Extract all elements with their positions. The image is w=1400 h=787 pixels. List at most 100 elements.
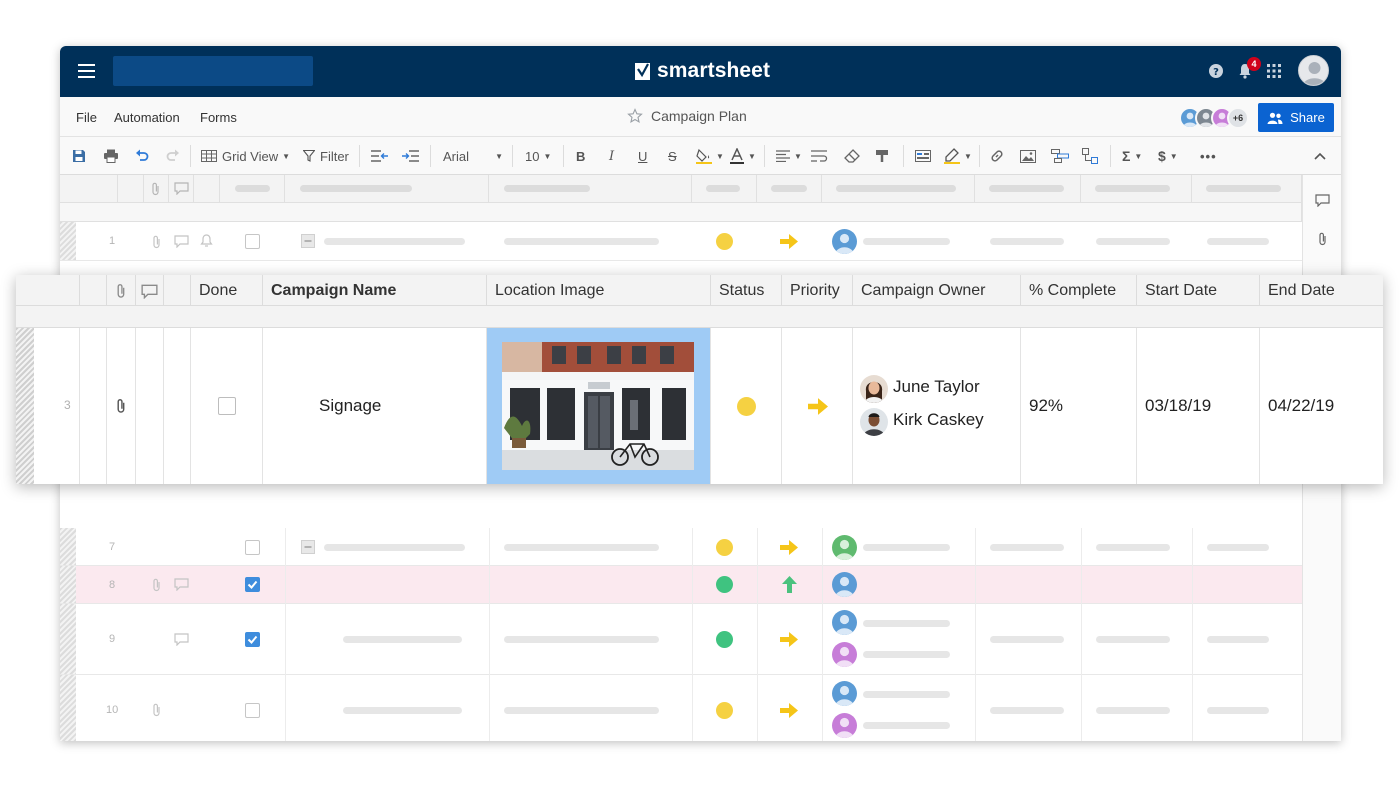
header-cell (220, 175, 285, 203)
column-header-campaign-name[interactable]: Campaign Name (263, 275, 487, 306)
menu-automation[interactable]: Automation (114, 110, 180, 125)
owner-avatar[interactable] (832, 229, 857, 254)
sum-icon[interactable]: Σ ▼ (1122, 148, 1142, 164)
reminder-bell-icon[interactable] (200, 234, 213, 248)
done-checkbox[interactable] (218, 397, 236, 415)
attachment-icon[interactable] (116, 398, 127, 414)
more-options-icon[interactable]: ••• (1200, 148, 1217, 164)
table-row[interactable]: 10 (60, 675, 1302, 741)
owner-avatar[interactable] (832, 572, 857, 597)
notifications-icon[interactable]: 4 (1237, 56, 1261, 79)
text-color-icon[interactable]: ▼ (730, 148, 756, 164)
more-collaborators-count[interactable]: +6 (1227, 107, 1249, 129)
column-header-start-date[interactable]: Start Date (1137, 275, 1260, 306)
owner-avatar[interactable] (832, 610, 857, 635)
drag-handle[interactable] (16, 328, 34, 484)
comment-icon[interactable] (174, 633, 189, 646)
outdent-icon[interactable] (371, 148, 389, 164)
people-icon (1267, 112, 1283, 124)
currency-icon[interactable]: $ ▼ (1158, 148, 1178, 164)
attachment-icon[interactable] (152, 578, 162, 592)
collapse-toolbar-icon[interactable] (1314, 148, 1326, 164)
priority-cell[interactable] (782, 328, 853, 484)
format-painter-icon[interactable] (875, 148, 889, 164)
end-date-cell[interactable]: 04/22/19 (1260, 328, 1383, 484)
column-header-campaign-owner[interactable]: Campaign Owner (853, 275, 1021, 306)
status-cell[interactable] (711, 328, 782, 484)
done-checkbox-checked[interactable] (245, 577, 260, 592)
search-bar[interactable] (113, 56, 313, 86)
comment-icon (174, 182, 189, 195)
owner-avatar[interactable] (832, 713, 857, 738)
conditional-format-icon[interactable] (915, 148, 931, 164)
owner-avatar[interactable] (832, 681, 857, 706)
done-checkbox[interactable] (245, 703, 260, 718)
table-row[interactable]: 9 (60, 604, 1302, 675)
attachment-icon[interactable] (152, 235, 162, 249)
underline-icon[interactable]: U (638, 148, 647, 164)
wrap-text-icon[interactable] (811, 148, 829, 164)
percent-complete-cell[interactable]: 92% (1021, 328, 1137, 484)
highlight-changes-icon[interactable]: ▼ (944, 148, 972, 164)
collapse-icon[interactable] (301, 540, 315, 554)
menu-file[interactable]: File (76, 110, 97, 125)
column-header-percent-complete[interactable]: % Complete (1021, 275, 1137, 306)
bold-icon[interactable]: B (576, 148, 585, 164)
done-checkbox-checked[interactable] (245, 632, 260, 647)
table-row[interactable]: 8 (60, 566, 1302, 604)
start-date-cell[interactable]: 03/18/19 (1137, 328, 1260, 484)
undo-icon[interactable] (135, 148, 149, 164)
owner-avatar-kirk-caskey[interactable] (860, 408, 888, 436)
done-checkbox[interactable] (245, 234, 260, 249)
owner-avatar-june-taylor[interactable] (860, 375, 888, 403)
comment-icon[interactable] (174, 578, 189, 591)
menu-forms[interactable]: Forms (200, 110, 237, 125)
apps-grid-icon[interactable] (1266, 63, 1282, 79)
italic-icon[interactable]: I (609, 148, 614, 164)
user-avatar[interactable] (1298, 55, 1329, 86)
share-button[interactable]: Share (1258, 103, 1334, 132)
column-header-location-image[interactable]: Location Image (487, 275, 711, 306)
table-row[interactable]: 7 (60, 528, 1302, 566)
owner-avatar[interactable] (832, 535, 857, 560)
font-size-dropdown[interactable]: 10 ▼ (525, 148, 551, 164)
strikethrough-icon[interactable]: S (668, 148, 677, 164)
grid-view-dropdown[interactable]: Grid View ▼ (201, 148, 290, 164)
save-icon[interactable] (72, 148, 86, 164)
column-header-priority[interactable]: Priority (782, 275, 853, 306)
attachments-panel-icon[interactable] (1318, 232, 1328, 246)
hierarchy-icon[interactable] (1082, 148, 1098, 164)
attachment-icon (152, 182, 159, 196)
favorite-star-icon[interactable] (627, 108, 643, 124)
campaign-name-cell[interactable]: Signage (263, 328, 487, 484)
filter-button[interactable]: Filter (303, 148, 349, 164)
align-icon[interactable]: ▼ (776, 148, 802, 164)
font-family-dropdown[interactable]: Arial ▼ (443, 148, 503, 164)
image-icon[interactable] (1020, 148, 1036, 164)
done-checkbox[interactable] (245, 540, 260, 555)
column-header-status[interactable]: Status (711, 275, 782, 306)
collaborators[interactable]: +6 (1179, 107, 1249, 129)
app-logo[interactable]: smartsheet (635, 58, 770, 84)
comments-panel-icon[interactable] (1315, 194, 1330, 207)
menu-icon[interactable] (78, 64, 95, 78)
print-icon[interactable] (103, 148, 119, 164)
column-header-end-date[interactable]: End Date (1260, 275, 1383, 306)
help-icon[interactable]: ? (1208, 63, 1224, 79)
owner-avatar[interactable] (832, 642, 857, 667)
storefront-image[interactable] (502, 342, 694, 470)
column-header-done[interactable]: Done (191, 275, 263, 306)
comment-icon[interactable] (174, 235, 189, 248)
collapse-icon[interactable] (301, 234, 315, 248)
indent-icon[interactable] (401, 148, 419, 164)
clear-format-icon[interactable] (844, 148, 860, 164)
gantt-icon[interactable] (1051, 148, 1069, 164)
table-row[interactable]: 1 (60, 222, 1302, 261)
location-image-cell[interactable] (487, 328, 711, 484)
campaign-owner-cell[interactable]: June Taylor Kirk Caskey (853, 328, 1021, 484)
fill-color-icon[interactable]: ▼ (696, 148, 724, 164)
redo-icon[interactable] (166, 148, 180, 164)
link-icon[interactable] (989, 148, 1005, 164)
attachment-icon[interactable] (152, 703, 162, 717)
toolbar: Grid View ▼ Filter Arial ▼ 10 ▼ B I U S ▼ ▼… (60, 137, 1341, 175)
